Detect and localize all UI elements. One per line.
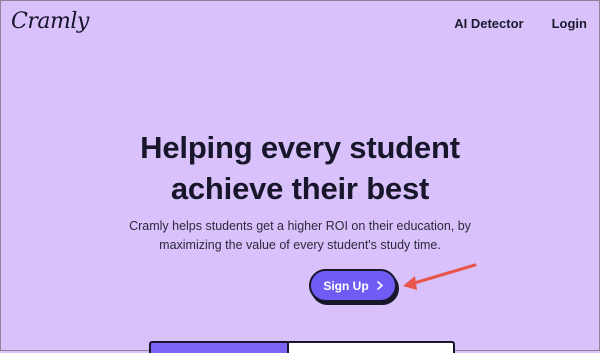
page: Cramly AI Detector Login Helping every s… xyxy=(0,0,600,353)
sign-up-label: Sign Up xyxy=(323,278,369,293)
chevron-right-icon xyxy=(376,279,383,293)
tab-left[interactable] xyxy=(149,341,289,353)
tab-right[interactable] xyxy=(289,341,455,353)
annotation-arrow-icon xyxy=(403,263,477,290)
nav-ai-detector[interactable]: AI Detector xyxy=(454,16,523,31)
hero-title-line1: Helping every student xyxy=(140,130,460,165)
nav-login[interactable]: Login xyxy=(552,16,587,31)
hero-title-line2: achieve their best xyxy=(170,171,430,206)
cramly-logo[interactable]: Cramly xyxy=(11,9,89,34)
sign-up-button[interactable]: Sign Up xyxy=(309,269,397,302)
hero-title: Helping every student achieve their best xyxy=(1,127,599,209)
hero-subtitle: Cramly helps students get a higher ROI o… xyxy=(1,217,599,255)
hero-subtitle-line2: maximizing the value of every student's … xyxy=(159,238,441,252)
top-nav: AI Detector Login xyxy=(454,16,587,31)
hero-subtitle-line1: Cramly helps students get a higher ROI o… xyxy=(129,219,471,233)
bottom-tab-strip xyxy=(149,341,455,353)
